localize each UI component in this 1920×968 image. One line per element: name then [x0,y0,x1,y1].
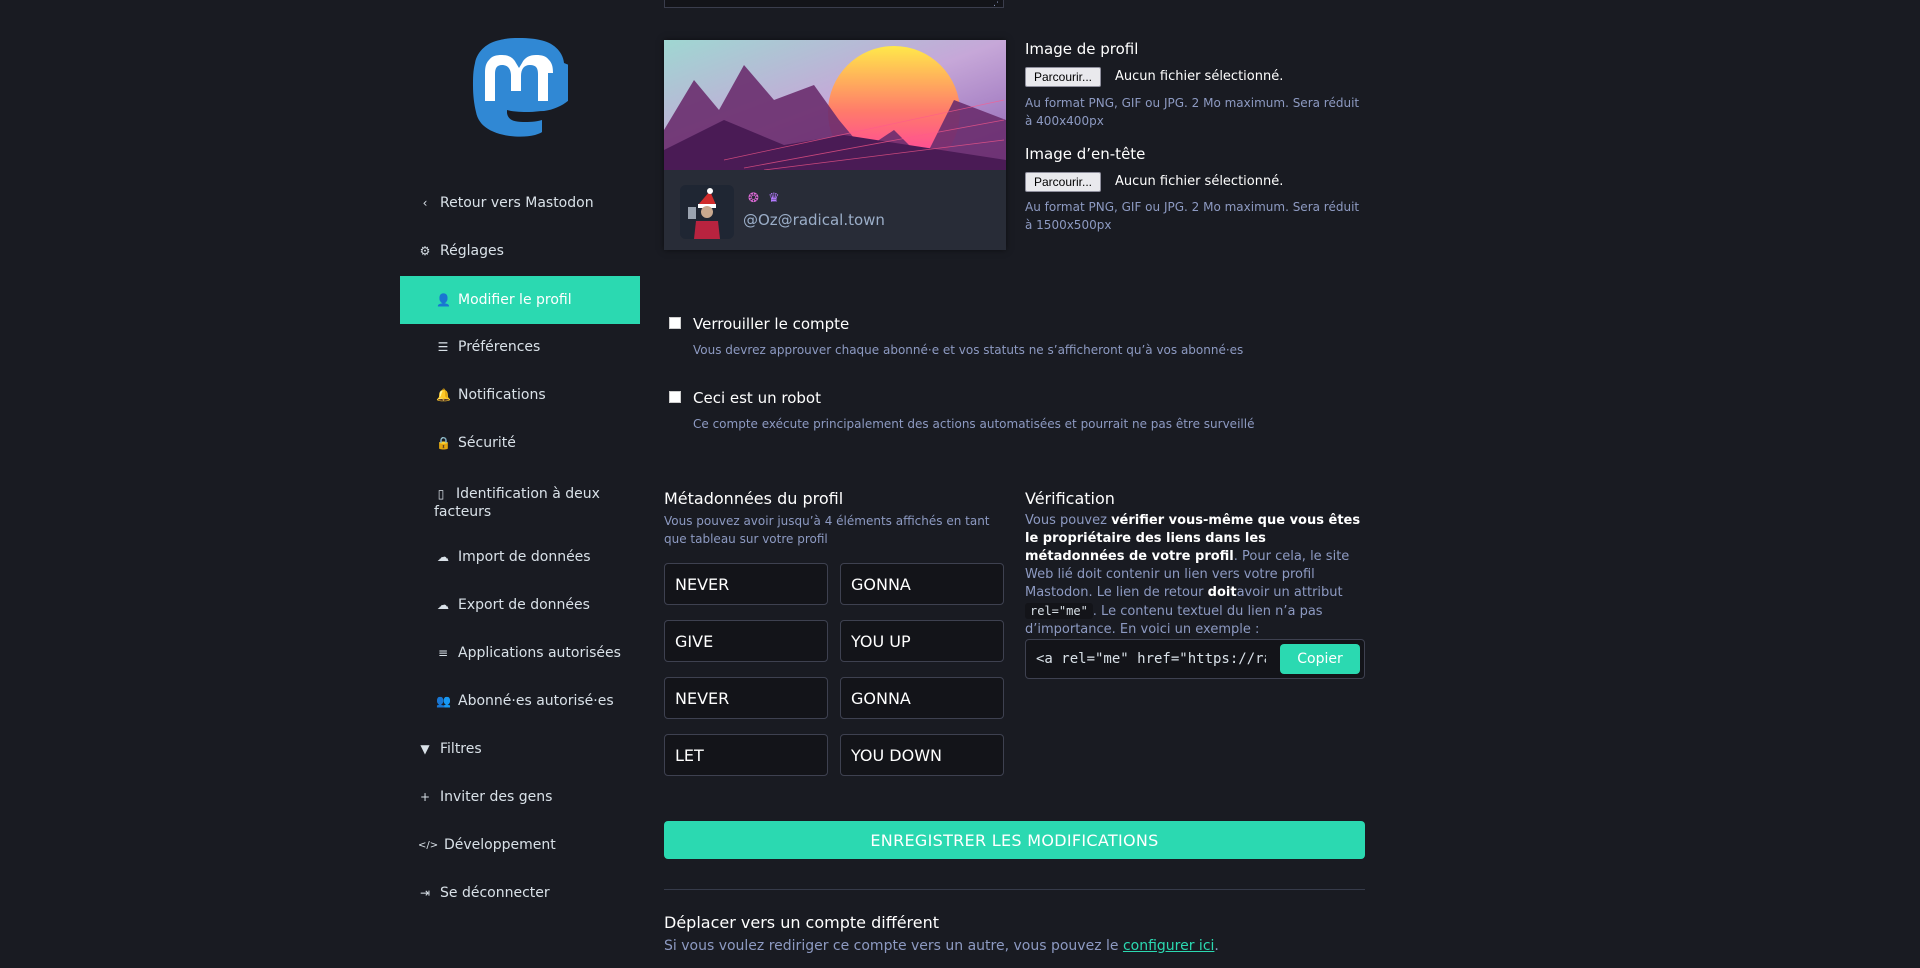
code-icon: </> [418,839,439,851]
users-icon: 👥 [436,694,451,708]
avatar-upload-label: Image de profil [1025,40,1139,58]
lock-icon: 🔒 [436,436,451,450]
header-file-status: Aucun fichier sélectionné. [1115,174,1284,189]
sidebar-item-development[interactable]: </> Développement [400,821,640,869]
metadata-title: Métadonnées du profil [664,489,844,508]
metadata-name-field[interactable]: GIVE [664,620,828,662]
avatar-browse-button[interactable]: Parcourir... [1025,67,1102,87]
metadata-name-field[interactable]: LET [664,734,828,776]
avatar-upload-hint: Au format PNG, GIF ou JPG. 2 Mo maximum.… [1025,96,1360,128]
metadata-value-field[interactable]: YOU UP [840,620,1004,662]
gear-icon: ⚙ [419,244,431,258]
sidebar-item-two-factor[interactable]: ▯ Identification à deux facteurs [400,477,640,537]
sidebar-item-label: Sécurité [458,435,516,451]
chevron-left-icon: ‹ [422,196,428,210]
bot-account-label[interactable]: Ceci est un robot [693,389,821,407]
avatar-file-status: Aucun fichier sélectionné. [1115,69,1284,84]
metadata-hint: Vous pouvez avoir jusqu’à 4 éléments aff… [664,514,990,546]
sidebar-item-label: Retour vers Mastodon [440,195,594,211]
save-button[interactable]: ENREGISTRER LES MODIFICATIONS [664,821,1365,859]
divider [664,889,1365,890]
sidebar-item-invite[interactable]: + Inviter des gens [400,773,640,821]
mastodon-logo [473,38,568,137]
sidebar-item-filters[interactable]: ▼ Filtres [400,725,640,773]
lock-account-label[interactable]: Verrouiller le compte [693,315,849,333]
sidebar-item-label: Identification à deux facteurs [434,486,600,520]
bio-textarea[interactable] [664,0,1004,8]
sidebar-item-label: Réglages [440,243,504,259]
copy-button[interactable]: Copier [1280,644,1360,674]
sidebar-item-label: Filtres [440,741,482,757]
move-account-title: Déplacer vers un compte différent [664,913,940,932]
sidebar-item-label: Modifier le profil [458,292,572,308]
resize-grip-icon[interactable]: ⋰ [993,0,1002,8]
sidebar-item-back[interactable]: ‹ Retour vers Mastodon [400,179,640,227]
header-image [664,40,1006,170]
sidebar-item-authorized-apps[interactable]: ≡ Applications autorisées [400,629,640,677]
header-upload-hint: Au format PNG, GIF ou JPG. 2 Mo maximum.… [1025,200,1360,232]
sidebar-item-label: Préférences [458,339,541,355]
mobile-icon: ▯ [437,487,445,501]
sidebar-item-security[interactable]: 🔒 Sécurité [400,419,640,467]
bot-account-hint: Ce compte exécute principalement des act… [693,417,1255,431]
rel-me-code: rel="me" [1025,603,1093,619]
bot-account-checkbox[interactable] [669,391,681,403]
custom-emoji-icon: ❂ [748,191,759,206]
sidebar-item-settings[interactable]: ⚙ Réglages [400,227,640,275]
sidebar-item-label: Notifications [458,387,546,403]
cloud-download-icon: ☁ [437,598,449,612]
verification-title: Vérification [1025,489,1115,508]
sidebar-item-label: Se déconnecter [440,885,550,901]
sidebar-item-label: Import de données [458,549,591,565]
lock-account-checkbox[interactable] [669,317,681,329]
move-account-text: Si vous voulez rediriger ce compte vers … [664,938,1219,954]
verification-description: Vous pouvez vérifier vous-même que vous … [1025,513,1361,637]
sidebar-item-import[interactable]: ☁ Import de données [400,533,640,581]
sidebar-item-label: Export de données [458,597,590,613]
sidebar-item-authorized-followers[interactable]: 👥 Abonné·es autorisé·es [400,677,640,725]
sign-out-icon: ⇥ [419,886,431,900]
custom-emoji-icon: ♛ [768,191,780,206]
metadata-name-field[interactable]: NEVER [664,677,828,719]
lock-account-hint: Vous devrez approuver chaque abonné·e et… [693,343,1244,357]
configure-here-link[interactable]: configurer ici [1123,938,1214,954]
user-icon: 👤 [436,293,451,307]
metadata-value-field[interactable]: GONNA [840,677,1004,719]
sidebar-item-label: Inviter des gens [440,789,553,805]
metadata-value-field[interactable]: GONNA [840,563,1004,605]
cloud-upload-icon: ☁ [437,550,449,564]
verification-link-box: <a rel="me" href="https://radical.town/@… [1025,639,1365,679]
sidebar-item-label: Applications autorisées [458,645,621,661]
sidebar-item-logout[interactable]: ⇥ Se déconnecter [400,869,640,917]
sidebar-item-label: Abonné·es autorisé·es [458,693,614,709]
metadata-value-field[interactable]: YOU DOWN [840,734,1004,776]
sidebar-item-label: Développement [444,837,556,853]
verification-link-code[interactable]: <a rel="me" href="https://radical.town/@… [1036,651,1266,667]
bell-icon: 🔔 [436,388,451,402]
header-browse-button[interactable]: Parcourir... [1025,172,1102,192]
filter-icon: ▼ [420,742,430,756]
list-icon: ≡ [437,646,449,660]
metadata-name-field[interactable]: NEVER [664,563,828,605]
sidebar-item-preferences[interactable]: ☰ Préférences [400,323,640,371]
sliders-icon: ☰ [437,340,449,354]
header-upload-label: Image d’en-tête [1025,145,1146,163]
sidebar-item-export[interactable]: ☁ Export de données [400,581,640,629]
user-plus-icon: + [419,790,431,804]
profile-preview-card: ❂ ♛ @Oz@radical.town [664,40,1006,250]
sidebar-item-edit-profile[interactable]: 👤 Modifier le profil [400,276,640,324]
profile-handle: @Oz@radical.town [743,211,885,229]
sidebar-item-notifications[interactable]: 🔔 Notifications [400,371,640,419]
avatar [680,185,734,239]
